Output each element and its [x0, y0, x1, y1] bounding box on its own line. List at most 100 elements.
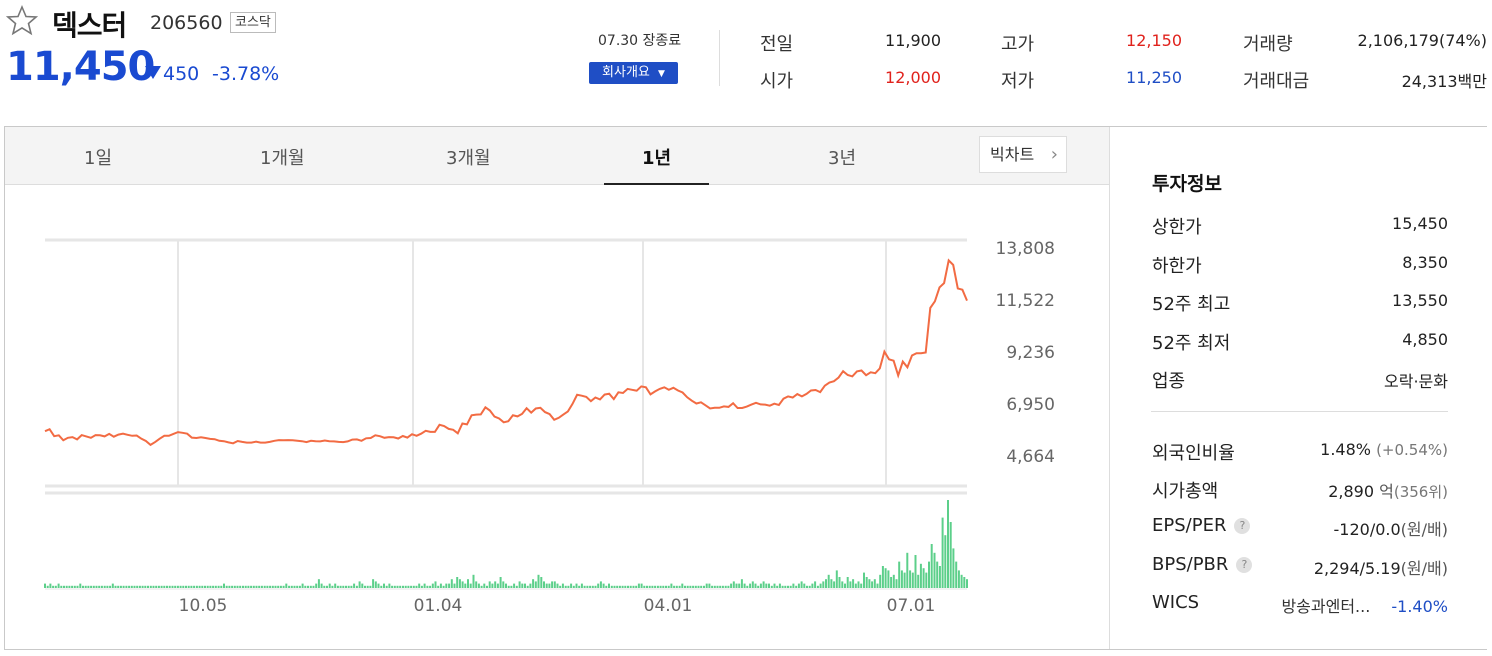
volume-bar — [618, 585, 621, 588]
volume-bar — [445, 583, 448, 588]
volume-bar — [60, 585, 63, 588]
volume-bar — [960, 574, 963, 588]
volume-bar — [63, 585, 65, 588]
eps-per-value: -120/0.0(원/배) — [1334, 516, 1448, 540]
volume-bar — [545, 583, 548, 588]
stock-code: 206560 — [150, 12, 223, 34]
tab-3m[interactable]: 3개월 — [446, 144, 491, 170]
volume-bar — [458, 579, 461, 588]
volume-bar — [825, 579, 827, 588]
volume-bar — [355, 585, 358, 588]
volume-bar — [87, 585, 90, 588]
volume-bar — [293, 585, 296, 588]
volume-bar — [282, 585, 285, 588]
volume-bar — [540, 577, 543, 588]
volume-bar — [553, 581, 556, 588]
volume-bar — [792, 583, 795, 588]
volume-bar — [125, 585, 128, 588]
eps-per: -120/0.0 — [1333, 520, 1401, 539]
tab-1d[interactable]: 1일 — [84, 144, 112, 170]
volume-bar — [675, 585, 678, 588]
volume-bar — [114, 585, 117, 588]
volume-bar — [670, 583, 673, 588]
volume-bar — [290, 585, 293, 588]
volume-bar — [488, 581, 491, 588]
volume-bar — [591, 585, 594, 588]
volume-bar — [651, 585, 654, 588]
volume-value: 2,106,179(74%) — [1357, 31, 1487, 50]
volume-bar — [152, 585, 155, 588]
volume-bar — [68, 585, 71, 588]
volume-bar — [909, 570, 912, 588]
volume-bar — [518, 581, 521, 588]
tab-1y[interactable]: 1년 — [642, 144, 671, 170]
volume-bar — [220, 585, 223, 588]
open-value: 12,000 — [885, 68, 941, 87]
volume-bar — [274, 585, 277, 588]
volume-bar — [95, 585, 98, 588]
volume-bar — [735, 583, 738, 588]
volume-bar — [317, 579, 320, 588]
volume-bar — [307, 585, 309, 588]
volume-bar — [323, 585, 326, 588]
volume-bar — [46, 585, 49, 588]
volume-bar — [469, 583, 472, 588]
favorite-star-icon[interactable] — [6, 4, 38, 36]
wics-industry-link[interactable]: 방송과엔터... — [1281, 597, 1370, 616]
volume-bar — [260, 585, 263, 588]
big-chart-label: 빅차트 — [990, 145, 1035, 164]
volume-bar — [388, 583, 391, 588]
volume-bar — [689, 585, 692, 588]
volume-bar — [532, 579, 535, 588]
industry-value: 오락·문화 — [1384, 372, 1448, 391]
volume-bar — [814, 581, 817, 588]
bps-pbr-label: BPS/PBR? — [1152, 554, 1253, 575]
tab-3y[interactable]: 3년 — [828, 144, 856, 170]
volume-bar — [141, 585, 144, 588]
market-cap: 2,890 — [1328, 482, 1375, 501]
volume-bar — [684, 585, 686, 588]
volume-bar — [922, 568, 925, 588]
lower-limit-value: 8,350 — [1402, 253, 1448, 272]
big-chart-button[interactable]: 빅차트 › — [979, 136, 1067, 173]
volume-bar — [648, 585, 651, 588]
volume-bar — [429, 585, 432, 588]
volume-bar — [499, 577, 502, 588]
volume-bar — [575, 583, 578, 588]
help-icon[interactable]: ? — [1236, 557, 1253, 573]
volume-bar — [561, 583, 564, 588]
volume-bar — [890, 577, 893, 588]
volume-bar — [315, 583, 318, 588]
volume-bar — [732, 581, 735, 588]
bps-pbr: 2,294/5.19 — [1313, 559, 1401, 578]
volume-bar — [944, 535, 947, 588]
volume-bar — [494, 581, 497, 588]
volume-bar — [521, 583, 524, 588]
volume-bar — [621, 585, 624, 588]
volume-bar — [686, 585, 689, 588]
volume-bar — [57, 583, 60, 588]
volume-bar — [225, 585, 228, 588]
volume-bar — [605, 585, 608, 588]
volume-bar — [572, 585, 575, 588]
volume-bar — [374, 581, 377, 588]
volume-bar — [73, 585, 76, 588]
prev-close-label: 전일 — [760, 34, 794, 55]
volume-bar — [242, 585, 244, 588]
volume-bar — [854, 583, 857, 588]
volume-bar — [174, 585, 177, 588]
trade-amount-value: 24,313백만 — [1401, 72, 1487, 91]
company-overview-button[interactable]: 회사개요 ▼ — [589, 62, 678, 84]
volume-bar — [144, 585, 147, 588]
volume-bar — [773, 583, 776, 588]
price-change-percent: -3.78% — [212, 63, 280, 85]
tab-1m[interactable]: 1개월 — [260, 144, 305, 170]
volume-bar — [136, 585, 139, 588]
help-icon[interactable]: ? — [1234, 518, 1251, 534]
volume-bar — [703, 585, 705, 588]
trade-amount-label: 거래대금 — [1243, 71, 1310, 92]
volume-bar — [263, 585, 266, 588]
volume-bar — [743, 583, 746, 588]
volume-bar — [594, 585, 597, 588]
volume-bar — [475, 581, 478, 588]
